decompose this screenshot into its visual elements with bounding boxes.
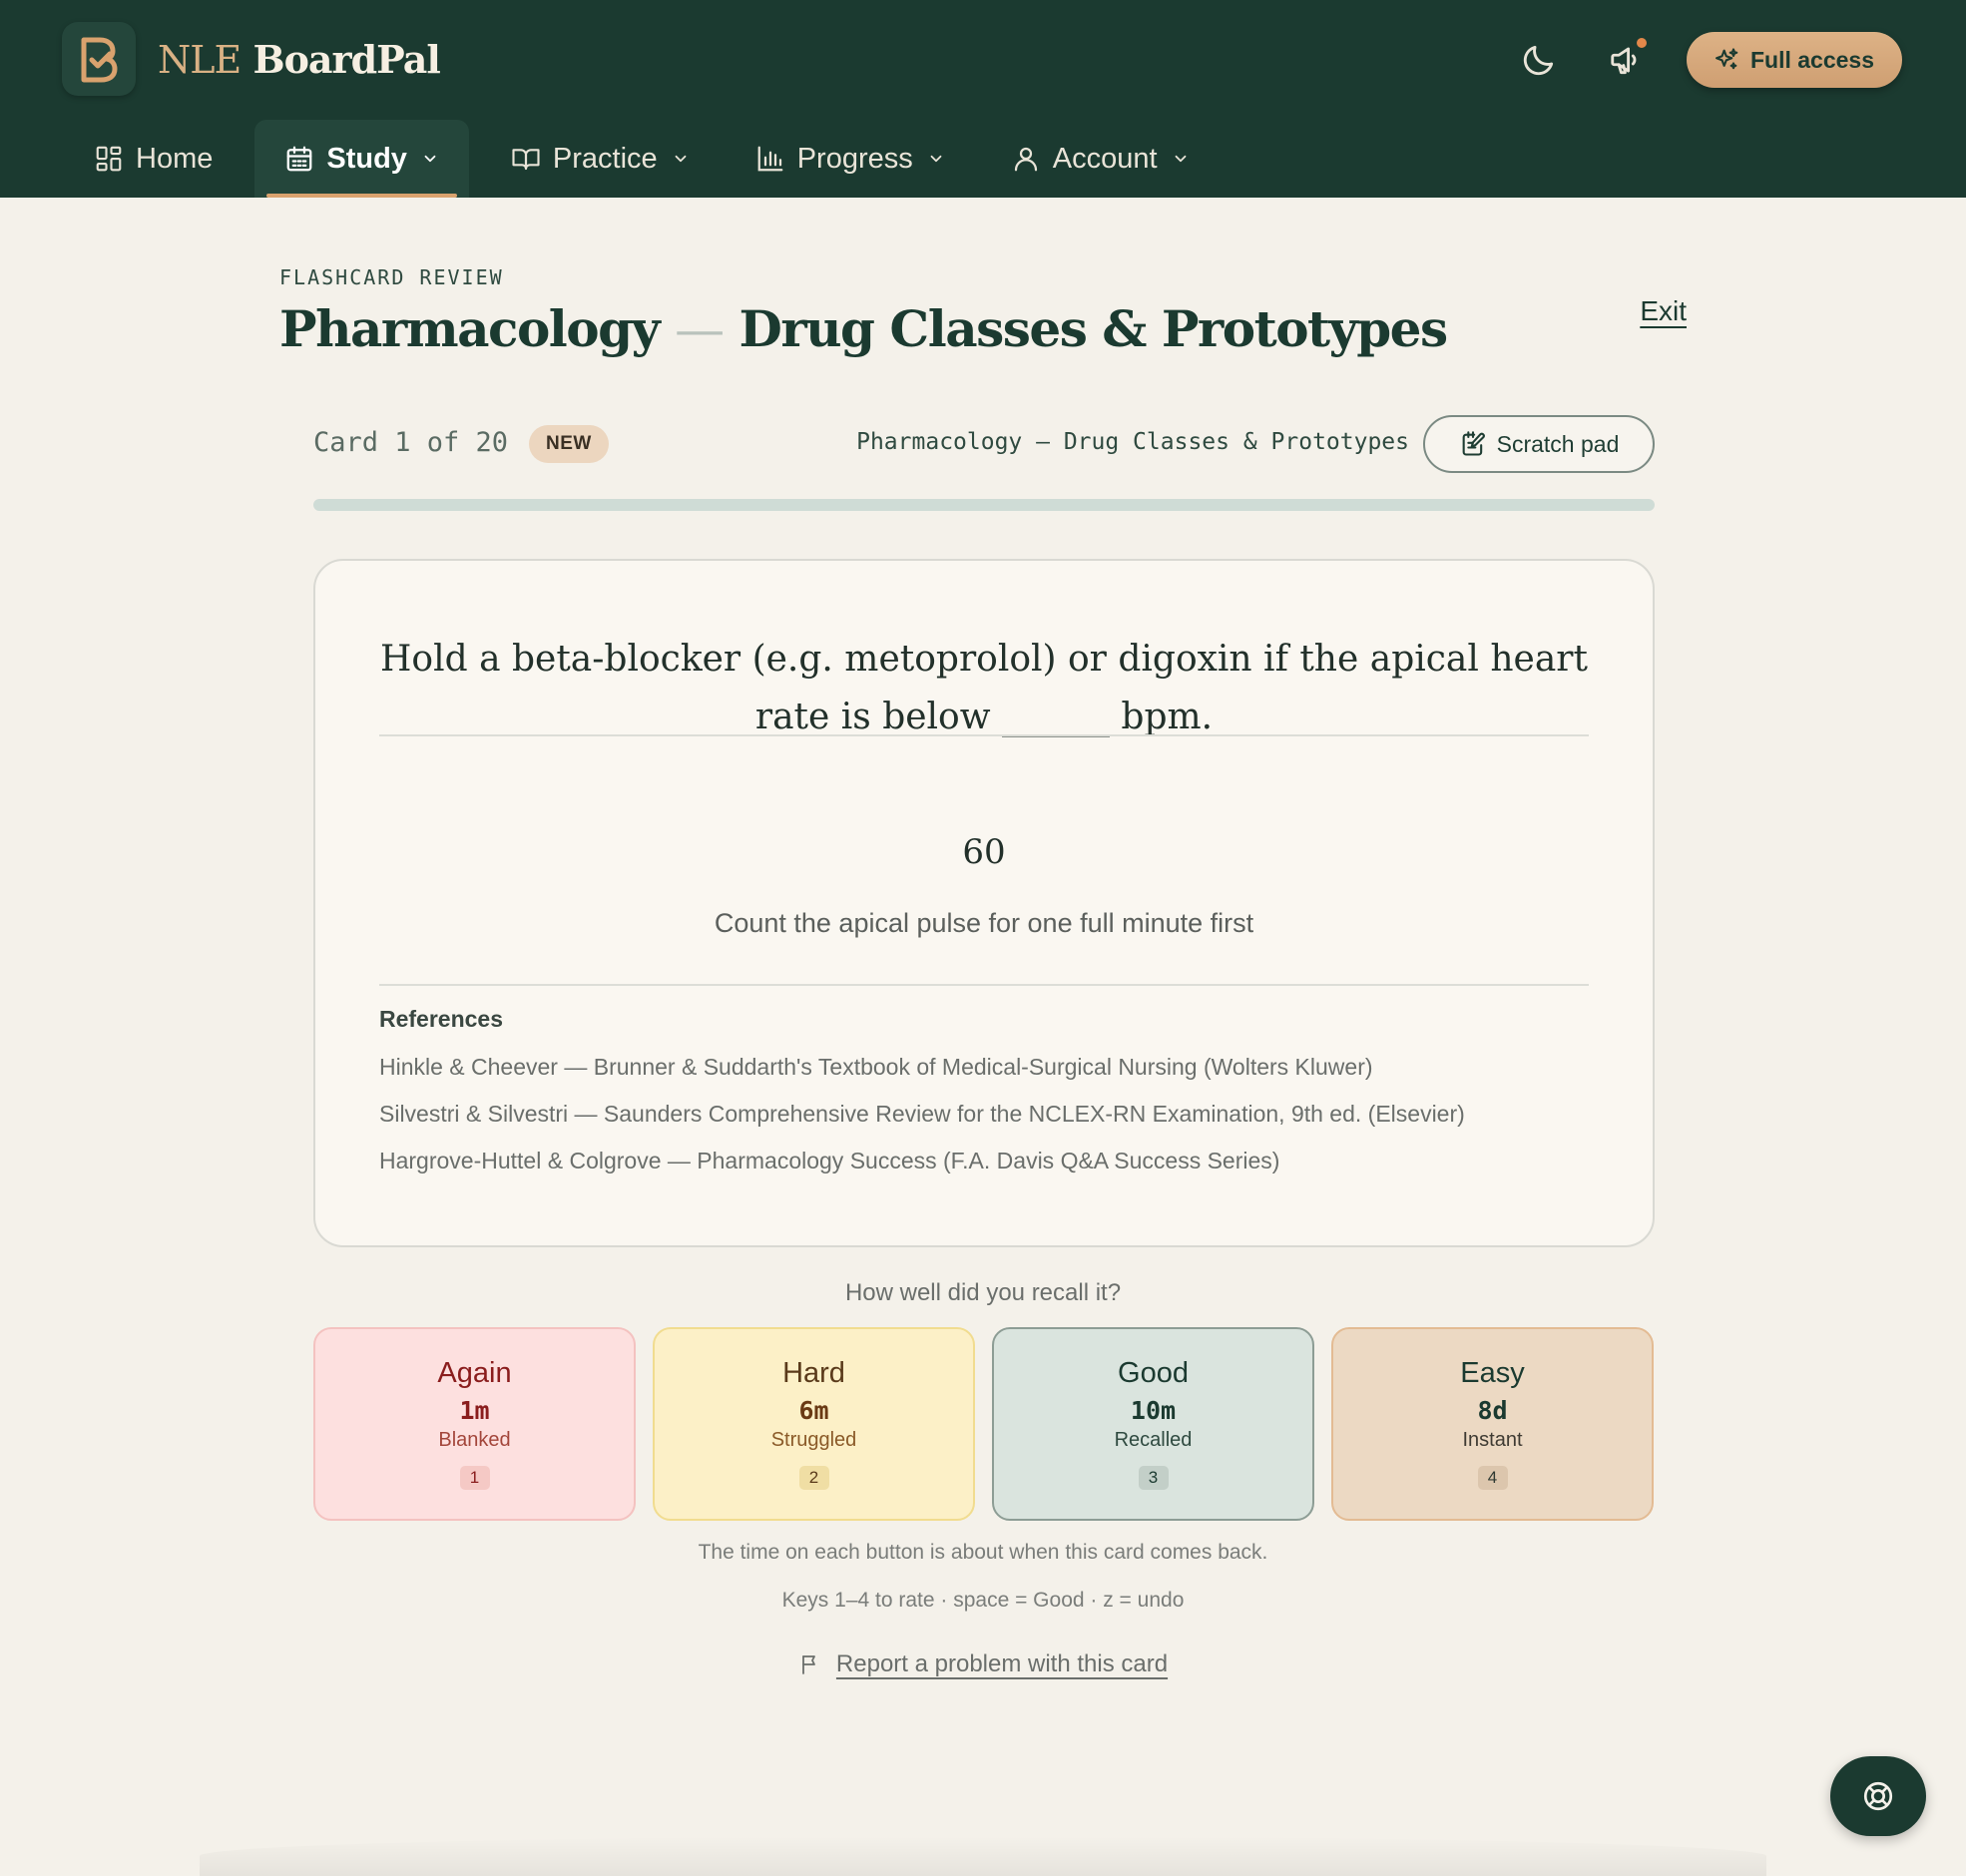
chevron-down-icon [424, 155, 436, 163]
references-list: Hinkle & Cheever — Brunner & Suddarth's … [379, 1052, 1465, 1192]
rate-label: Hard [782, 1357, 845, 1389]
rate-label: Again [437, 1357, 512, 1389]
card-counter: Card 1 of 20 [313, 427, 509, 458]
card-answer: 60 [962, 832, 1006, 872]
full-access-label: Full access [1749, 46, 1874, 73]
brand[interactable]: NLE BoardPal [62, 22, 441, 96]
brand-suffix: BoardPal [252, 36, 440, 82]
bottom-shadow [200, 1836, 1766, 1876]
page-title: Pharmacology — Drug Classes & Prototypes [279, 299, 1449, 358]
flashcard: Hold a beta-blocker (e.g. metoprolol) or… [313, 559, 1655, 1247]
nav-home[interactable]: Home [70, 120, 237, 198]
user-icon [1014, 147, 1037, 172]
grid-icon [96, 146, 122, 172]
main-nav: Home Study Practice Progress Account [70, 120, 1231, 198]
top-bar: NLE BoardPal Full access Home Study Prac… [0, 0, 1966, 198]
card-divider [379, 734, 1589, 736]
rate-shortcut-key: 1 [459, 1466, 490, 1490]
nav-progress[interactable]: Progress [732, 120, 969, 198]
top-actions: Full access [1511, 32, 1902, 88]
page-eyebrow: FLASHCARD REVIEW [279, 265, 504, 289]
nav-practice-label: Practice [552, 142, 658, 175]
session-meta: Card 1 of 20 NEW Pharmacology — Drug Cla… [313, 413, 1655, 473]
rate-description: Instant [1462, 1429, 1523, 1451]
nav-study[interactable]: Study [254, 120, 469, 198]
page-title-separator: — [675, 300, 725, 358]
rate-interval: 1m [459, 1396, 490, 1425]
chevron-down-icon [675, 155, 687, 163]
exit-link[interactable]: Exit [1640, 295, 1687, 327]
report-problem: Report a problem with this card [0, 1650, 1966, 1678]
scratch-pad-label: Scratch pad [1496, 430, 1620, 457]
rate-good-button[interactable]: Good 10m Recalled 3 [992, 1327, 1314, 1521]
deck-name: Pharmacology — Drug Classes & Prototypes [856, 429, 1409, 455]
nav-home-label: Home [136, 142, 214, 175]
rate-label: Good [1118, 1357, 1189, 1389]
rate-interval: 10m [1130, 1396, 1177, 1425]
rate-again-button[interactable]: Again 1m Blanked 1 [313, 1327, 636, 1521]
notification-dot [1634, 36, 1649, 50]
open-book-icon [512, 149, 540, 171]
reference-item: Hargrove-Huttel & Colgrove — Pharmacolog… [379, 1148, 1280, 1173]
scratch-pad-button[interactable]: Scratch pad [1423, 415, 1655, 473]
new-badge: NEW [529, 425, 609, 463]
calendar-icon [286, 146, 312, 172]
session-progress-bar [313, 499, 1655, 511]
chevron-down-icon [1175, 155, 1186, 163]
nav-study-label: Study [326, 142, 407, 175]
rate-interval: 8d [1477, 1396, 1508, 1425]
announcements-button[interactable] [1599, 32, 1655, 88]
help-button[interactable] [1830, 1756, 1926, 1836]
rate-description: Blanked [438, 1429, 511, 1451]
recall-prompt: How well did you recall it? [844, 1279, 1122, 1306]
rate-hard-button[interactable]: Hard 6m Struggled 2 [653, 1327, 975, 1521]
reference-item: Hinkle & Cheever — Brunner & Suddarth's … [379, 1054, 1373, 1080]
rate-description: Recalled [1114, 1429, 1193, 1451]
card-divider [379, 984, 1589, 986]
full-access-button[interactable]: Full access [1686, 32, 1902, 88]
flag-icon [802, 1655, 815, 1674]
interval-note: The time on each button is about when th… [698, 1541, 1268, 1564]
rate-interval: 6m [798, 1396, 829, 1425]
rate-easy-button[interactable]: Easy 8d Instant 4 [1331, 1327, 1654, 1521]
references-title: References [379, 1006, 504, 1032]
card-hint: Count the apical pulse for one full minu… [714, 908, 1254, 938]
bar-chart-icon [757, 146, 783, 172]
boardpal-b-logo-icon [81, 37, 118, 83]
nav-account-label: Account [1052, 142, 1158, 175]
chevron-down-icon [930, 155, 942, 163]
notepad-edit-icon [1462, 431, 1485, 456]
logo[interactable] [62, 22, 136, 96]
rate-description: Struggled [770, 1429, 857, 1451]
brand-prefix: NLE [158, 37, 242, 82]
nav-practice[interactable]: Practice [487, 120, 714, 198]
report-problem-link[interactable]: Report a problem with this card [836, 1650, 1168, 1678]
reference-item: Silvestri & Silvestri — Saunders Compreh… [379, 1101, 1465, 1127]
rate-shortcut-key: 4 [1477, 1466, 1508, 1490]
moon-icon [1523, 45, 1554, 76]
nav-account[interactable]: Account [987, 120, 1214, 198]
card-question: Hold a beta-blocker (e.g. metoprolol) or… [380, 639, 1588, 737]
rate-shortcut-key: 3 [1138, 1466, 1169, 1490]
nav-progress-label: Progress [796, 142, 913, 175]
keyboard-shortcuts: Keys 1–4 to rate · space = Good · z = un… [781, 1589, 1185, 1612]
rate-shortcut-key: 2 [798, 1466, 829, 1490]
rating-buttons: Again 1m Blanked 1 Hard 6m Struggled 2 G… [313, 1327, 1655, 1521]
lifebuoy-icon [1863, 1781, 1893, 1811]
page-title-subject: Pharmacology [279, 299, 661, 358]
page-title-topic: Drug Classes & Prototypes [738, 299, 1449, 358]
theme-toggle-button[interactable] [1511, 32, 1567, 88]
sparkles-icon [1716, 48, 1738, 70]
rate-label: Easy [1460, 1357, 1525, 1389]
brand-name: NLE BoardPal [158, 36, 441, 82]
